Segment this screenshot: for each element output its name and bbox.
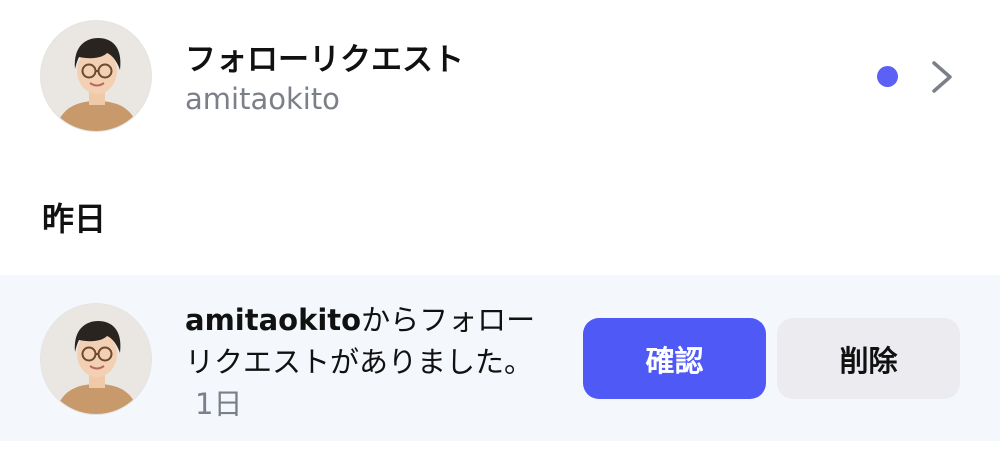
notification-row[interactable]: amitaokitoからフォローリクエストがありました。1日 確認 削除 (0, 275, 1000, 441)
follow-requests-row[interactable]: フォローリクエスト amitaokito (0, 0, 1000, 160)
section-heading-yesterday: 昨日 (42, 200, 107, 238)
chevron-right-icon[interactable] (924, 58, 960, 96)
avatar[interactable] (40, 20, 152, 132)
delete-button[interactable]: 削除 (777, 318, 960, 399)
notification-time: 1日 (195, 387, 243, 421)
person-avatar-icon (41, 21, 151, 131)
person-avatar-icon (41, 304, 151, 414)
notification-username[interactable]: amitaokito (185, 303, 361, 337)
notifications-screen: フォローリクエスト amitaokito 昨日 amitaokitoからフォロー… (0, 0, 1000, 472)
follow-requests-username: amitaokito (185, 82, 340, 116)
confirm-button[interactable]: 確認 (583, 318, 766, 399)
follow-requests-title: フォローリクエスト (185, 42, 464, 78)
unread-dot-icon (877, 66, 898, 87)
notification-text: amitaokitoからフォローリクエストがありました。1日 (185, 299, 557, 425)
avatar[interactable] (40, 303, 152, 415)
